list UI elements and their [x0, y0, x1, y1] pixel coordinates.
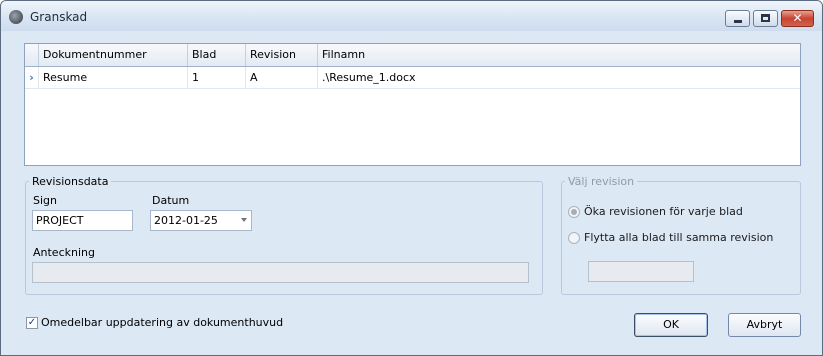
valj-revision-legend: Välj revision	[568, 175, 635, 188]
datum-value: 2012-01-25	[154, 214, 218, 227]
minimize-icon	[734, 20, 742, 23]
radio-selected-dot	[571, 209, 577, 215]
dialog-window: Granskad ✕ Dokumentnummer Blad Revision …	[0, 0, 823, 356]
row-indicator-header	[25, 44, 39, 66]
column-header-filnamn[interactable]: Filnamn	[318, 44, 800, 66]
cell-dokumentnummer[interactable]: Resume	[39, 67, 188, 88]
column-header-blad[interactable]: Blad	[188, 44, 246, 66]
column-header-dokumentnummer[interactable]: Dokumentnummer	[39, 44, 188, 66]
close-button[interactable]: ✕	[781, 10, 814, 27]
radio-flytta-alla-blad[interactable]	[568, 232, 580, 244]
title-bar[interactable]: Granskad ✕	[1, 1, 822, 31]
maximize-button[interactable]	[753, 10, 778, 27]
ok-button[interactable]: OK	[634, 313, 708, 337]
grid-header: Dokumentnummer Blad Revision Filnamn	[25, 44, 800, 67]
radio-flytta-alla-blad-label[interactable]: Flytta alla blad till samma revision	[584, 231, 773, 244]
cell-blad[interactable]: 1	[188, 67, 246, 88]
cancel-button[interactable]: Avbryt	[728, 313, 801, 337]
window-title: Granskad	[30, 10, 88, 24]
revisionsdata-legend: Revisionsdata	[32, 175, 109, 188]
table-row[interactable]: › Resume 1 A .\Resume_1.docx	[25, 67, 800, 89]
close-icon: ✕	[792, 11, 803, 25]
revision-input[interactable]	[588, 261, 694, 282]
row-indicator-icon: ›	[25, 67, 39, 88]
omedelbar-uppdatering-label[interactable]: Omedelbar uppdatering av dokumenthuvud	[41, 316, 283, 329]
column-header-revision[interactable]: Revision	[246, 44, 318, 66]
documents-grid[interactable]: Dokumentnummer Blad Revision Filnamn › R…	[24, 43, 801, 166]
datum-dropdown[interactable]: 2012-01-25	[150, 210, 252, 231]
omedelbar-uppdatering-checkbox[interactable]: ✓	[26, 317, 38, 329]
datum-label: Datum	[152, 194, 190, 207]
cell-filnamn[interactable]: .\Resume_1.docx	[318, 67, 800, 88]
anteckning-input[interactable]	[32, 262, 529, 283]
radio-oka-revisionen-label[interactable]: Öka revisionen för varje blad	[584, 205, 743, 218]
cell-revision[interactable]: A	[246, 67, 318, 88]
radio-oka-revisionen[interactable]	[568, 206, 580, 218]
app-globe-icon	[9, 10, 23, 24]
minimize-button[interactable]	[725, 10, 750, 27]
maximize-icon	[761, 14, 770, 22]
sign-input[interactable]: PROJECT	[32, 210, 133, 231]
sign-label: Sign	[33, 194, 57, 207]
anteckning-label: Anteckning	[33, 246, 95, 259]
chevron-down-icon[interactable]	[241, 218, 247, 222]
